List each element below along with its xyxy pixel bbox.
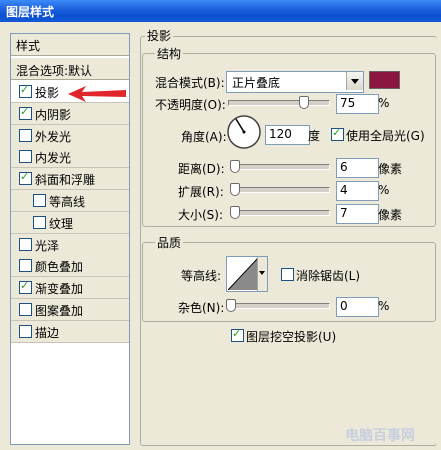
opacity-slider[interactable] (228, 100, 330, 106)
sidebar-item-label: 纹理 (49, 217, 74, 231)
contour-dropdown-button[interactable] (257, 257, 267, 291)
sidebar-item[interactable]: 渐变叠加 (11, 277, 129, 299)
sidebar-item[interactable]: 内发光 (11, 146, 129, 168)
sidebar-item-label: 等高线 (49, 195, 86, 209)
spread-unit: % (378, 183, 390, 197)
distance-slider[interactable] (232, 164, 330, 170)
opacity-unit: % (378, 96, 390, 110)
angle-label: 角度(A): (181, 130, 227, 144)
noise-label: 杂色(N): (178, 301, 225, 315)
chevron-down-icon (259, 271, 265, 275)
sidebar-item[interactable]: 纹理 (11, 212, 129, 234)
sidebar-item-checkbox[interactable] (19, 150, 32, 163)
noise-slider[interactable] (232, 303, 330, 309)
sidebar-item[interactable]: 外发光 (11, 125, 129, 147)
distance-input[interactable]: 6 (336, 158, 379, 178)
sidebar-item-label: 描边 (35, 326, 60, 340)
spread-label: 扩展(R): (178, 185, 224, 199)
knockout-checkbox[interactable] (231, 327, 244, 342)
sidebar-item-checkbox[interactable] (19, 303, 32, 316)
blend-options-label: 混合选项:默认 (16, 64, 93, 78)
opacity-slider-thumb[interactable] (299, 96, 309, 109)
shadow-color-swatch[interactable] (369, 71, 400, 89)
sidebar-item[interactable]: 光泽 (11, 234, 129, 256)
opacity-label: 不透明度(O): (155, 98, 226, 112)
sidebar-item-label: 光泽 (35, 239, 60, 253)
sidebar-item-checkbox[interactable] (19, 170, 32, 185)
red-arrow-icon (68, 86, 126, 102)
sidebar-item-label: 内发光 (35, 151, 72, 165)
spread-slider-thumb[interactable] (230, 183, 240, 196)
angle-dial[interactable] (226, 114, 262, 150)
angle-input[interactable]: 120 (265, 125, 310, 145)
opacity-input[interactable]: 75 (336, 94, 379, 114)
drop-shadow-title: 投影 (145, 27, 174, 44)
quality-title: 品质 (155, 234, 184, 251)
sidebar-item[interactable]: 内阴影 (11, 103, 129, 125)
antialias-label: 消除锯齿(L) (296, 269, 361, 283)
sidebar-item[interactable]: 颜色叠加 (11, 255, 129, 277)
sidebar-item-checkbox[interactable] (19, 83, 32, 98)
distance-label: 距离(D): (178, 162, 225, 176)
noise-unit: % (378, 299, 390, 313)
knockout-label: 图层挖空投影(U) (246, 330, 337, 344)
sidebar-item-label: 斜面和浮雕 (35, 173, 96, 187)
size-slider[interactable] (232, 210, 330, 216)
sidebar-item-label: 颜色叠加 (35, 260, 84, 274)
antialias-checkbox[interactable] (281, 268, 294, 281)
sidebar-item-label: 图案叠加 (35, 304, 84, 318)
sidebar-item-label: 投影 (35, 86, 60, 100)
sidebar-item-checkbox[interactable] (19, 238, 32, 251)
blend-mode-value: 正片叠底 (232, 76, 281, 90)
chevron-down-icon[interactable] (346, 72, 363, 90)
sidebar-item-checkbox[interactable] (19, 325, 32, 338)
structure-title: 结构 (155, 45, 184, 62)
angle-unit: 度 (308, 129, 321, 143)
blend-mode-label: 混合模式(B): (155, 76, 225, 90)
global-light-checkbox[interactable] (331, 126, 344, 141)
watermark-text: 电脑百事网 (345, 428, 415, 444)
sidebar-header-label: 样式 (16, 39, 41, 53)
noise-input[interactable]: 0 (336, 297, 379, 317)
sidebar-item-label: 渐变叠加 (35, 282, 84, 296)
sidebar-item-checkbox[interactable] (33, 216, 46, 229)
sidebar-item-checkbox[interactable] (19, 129, 32, 142)
sidebar-item[interactable]: 图案叠加 (11, 299, 129, 321)
sidebar-header[interactable]: 样式 (11, 34, 129, 56)
size-unit: 像素 (378, 208, 403, 222)
size-label: 大小(S): (178, 208, 224, 222)
spread-input[interactable]: 4 (336, 181, 379, 201)
distance-unit: 像素 (378, 162, 403, 176)
contour-preview-icon (228, 258, 258, 290)
sidebar-item-checkbox[interactable] (33, 194, 46, 207)
window-title: 图层样式 (6, 5, 55, 19)
contour-label: 等高线: (181, 269, 222, 283)
sidebar-item[interactable]: 描边 (11, 321, 129, 343)
title-bar: 图层样式 (0, 0, 441, 22)
noise-slider-thumb[interactable] (226, 299, 236, 312)
distance-slider-thumb[interactable] (230, 160, 240, 173)
global-light-label: 使用全局光(G) (346, 129, 425, 143)
sidebar-item-label: 外发光 (35, 130, 72, 144)
sidebar-item[interactable]: 等高线 (11, 190, 129, 212)
size-slider-thumb[interactable] (230, 206, 240, 219)
blend-options-item[interactable]: 混合选项:默认 (11, 58, 129, 80)
size-input[interactable]: 7 (336, 204, 379, 224)
sidebar-item-label: 内阴影 (35, 108, 72, 122)
contour-picker[interactable] (226, 256, 268, 292)
sidebar-item[interactable]: 斜面和浮雕 (11, 168, 129, 190)
blend-mode-select[interactable]: 正片叠底 (226, 71, 364, 93)
sidebar-item-checkbox[interactable] (19, 105, 32, 120)
sidebar-item-checkbox[interactable] (19, 259, 32, 272)
spread-slider[interactable] (232, 187, 330, 193)
sidebar-item-checkbox[interactable] (19, 279, 32, 294)
